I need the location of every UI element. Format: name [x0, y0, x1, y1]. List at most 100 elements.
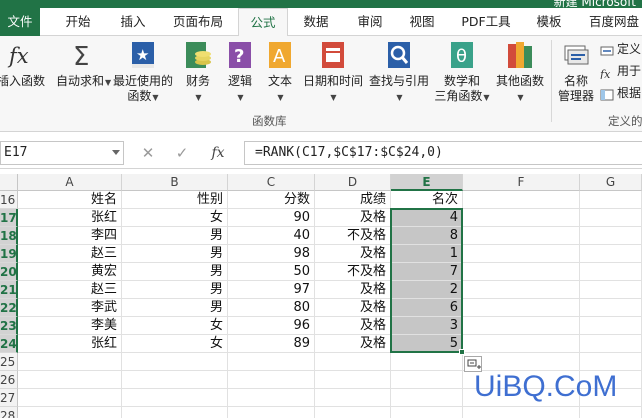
name-manager-button[interactable]: 名称 管理器 — [554, 40, 598, 104]
cell-g23[interactable] — [580, 317, 642, 335]
cell-a23[interactable]: 李美 — [18, 317, 122, 335]
tab-templates[interactable]: 模板 — [528, 8, 570, 36]
cell-d17[interactable]: 及格 — [315, 209, 391, 227]
cell-f19[interactable] — [463, 245, 580, 263]
tab-pdf-tools[interactable]: PDF工具 — [456, 8, 516, 36]
cell-c21[interactable]: 97 — [228, 281, 315, 299]
cell-d24[interactable]: 及格 — [315, 335, 391, 353]
cell-a20[interactable]: 黄宏 — [18, 263, 122, 281]
cell-e18[interactable]: 8 — [391, 227, 463, 245]
cell-a22[interactable]: 李武 — [18, 299, 122, 317]
define-name-button[interactable]: 定义 — [600, 40, 641, 58]
row-header[interactable]: 19 — [0, 245, 18, 263]
fill-handle[interactable] — [459, 349, 465, 355]
tab-home[interactable]: 开始 — [55, 8, 101, 36]
cell-d16[interactable]: 成绩 — [315, 191, 391, 209]
text-button[interactable]: A 文本 ▼ — [262, 40, 298, 105]
cell-a19[interactable]: 赵三 — [18, 245, 122, 263]
cell-e21[interactable]: 2 — [391, 281, 463, 299]
cell-c25[interactable] — [228, 353, 315, 371]
cell-e22[interactable]: 6 — [391, 299, 463, 317]
cell-c26[interactable] — [228, 371, 315, 389]
cell-c16[interactable]: 分数 — [228, 191, 315, 209]
cell-d22[interactable]: 及格 — [315, 299, 391, 317]
column-header-c[interactable]: C — [228, 174, 315, 191]
cell-b27[interactable] — [122, 389, 228, 407]
cell-f22[interactable] — [463, 299, 580, 317]
insert-function-button[interactable]: fx 插入函数 — [0, 40, 48, 89]
use-in-formula-button[interactable]: fx 用于 — [599, 62, 641, 81]
cell-f28[interactable] — [463, 407, 580, 418]
cell-a27[interactable] — [18, 389, 122, 407]
row-header[interactable]: 24 — [0, 335, 18, 353]
cell-b25[interactable] — [122, 353, 228, 371]
autosum-button[interactable]: Σ 自动求和▼ — [56, 40, 111, 90]
cell-f17[interactable] — [463, 209, 580, 227]
cell-c23[interactable]: 96 — [228, 317, 315, 335]
cell-d26[interactable] — [315, 371, 391, 389]
recently-used-button[interactable]: ★ 最近使用的 函数▼ — [110, 40, 176, 105]
cell-e17[interactable]: 4 — [391, 209, 463, 227]
cell-c19[interactable]: 98 — [228, 245, 315, 263]
tab-file[interactable]: 文件 — [0, 8, 40, 36]
cell-e23[interactable]: 3 — [391, 317, 463, 335]
create-from-selection-button[interactable]: 根据 — [600, 84, 641, 102]
row-header[interactable]: 18 — [0, 227, 18, 245]
cell-d27[interactable] — [315, 389, 391, 407]
column-header-b[interactable]: B — [122, 174, 228, 191]
cell-b16[interactable]: 性别 — [122, 191, 228, 209]
cell-b19[interactable]: 男 — [122, 245, 228, 263]
cell-g21[interactable] — [580, 281, 642, 299]
cell-d28[interactable] — [315, 407, 391, 418]
cell-g18[interactable] — [580, 227, 642, 245]
tab-baidu-netdisk[interactable]: 百度网盘 — [582, 8, 642, 36]
cell-f18[interactable] — [463, 227, 580, 245]
row-header[interactable]: 25 — [0, 353, 18, 371]
cancel-icon[interactable]: ✕ — [136, 141, 160, 165]
cell-e20[interactable]: 7 — [391, 263, 463, 281]
date-time-button[interactable]: 日期和时间 ▼ — [300, 40, 366, 105]
cell-e24[interactable]: 5 — [391, 335, 463, 353]
cell-d18[interactable]: 不及格 — [315, 227, 391, 245]
cell-c27[interactable] — [228, 389, 315, 407]
tab-insert[interactable]: 插入 — [110, 8, 156, 36]
cell-a21[interactable]: 赵三 — [18, 281, 122, 299]
tab-formulas[interactable]: 公式 — [238, 8, 288, 37]
name-box-dropdown-icon[interactable] — [112, 150, 120, 155]
row-header[interactable]: 26 — [0, 371, 18, 389]
cell-e16[interactable]: 名次 — [391, 191, 463, 209]
cell-b28[interactable] — [122, 407, 228, 418]
enter-check-icon[interactable]: ✓ — [170, 141, 194, 165]
name-box[interactable]: E17 — [0, 141, 124, 165]
cell-g25[interactable] — [580, 353, 642, 371]
column-header-g[interactable]: G — [580, 174, 642, 191]
row-header[interactable]: 17 — [0, 209, 18, 227]
cell-a25[interactable] — [18, 353, 122, 371]
cell-c20[interactable]: 50 — [228, 263, 315, 281]
cell-c24[interactable]: 89 — [228, 335, 315, 353]
cell-g19[interactable] — [580, 245, 642, 263]
cell-e26[interactable] — [391, 371, 463, 389]
column-header-f[interactable]: F — [463, 174, 580, 191]
row-header[interactable]: 23 — [0, 317, 18, 335]
cell-c17[interactable]: 90 — [228, 209, 315, 227]
cell-g22[interactable] — [580, 299, 642, 317]
cell-a24[interactable]: 张红 — [18, 335, 122, 353]
tab-review[interactable]: 审阅 — [350, 8, 390, 36]
math-trig-button[interactable]: θ 数学和 三角函数▼ — [434, 40, 490, 105]
cell-d19[interactable]: 及格 — [315, 245, 391, 263]
cell-c18[interactable]: 40 — [228, 227, 315, 245]
column-header-e[interactable]: E — [391, 174, 463, 191]
formula-input[interactable]: =RANK(C17,$C$17:$C$24,0) — [244, 141, 642, 165]
cell-f20[interactable] — [463, 263, 580, 281]
cell-d20[interactable]: 不及格 — [315, 263, 391, 281]
cell-g20[interactable] — [580, 263, 642, 281]
cell-e28[interactable] — [391, 407, 463, 418]
cell-a17[interactable]: 张红 — [18, 209, 122, 227]
row-header[interactable]: 28 — [0, 407, 18, 418]
cell-a18[interactable]: 李四 — [18, 227, 122, 245]
cell-a26[interactable] — [18, 371, 122, 389]
row-header[interactable]: 22 — [0, 299, 18, 317]
lookup-reference-button[interactable]: 查找与引用 ▼ — [366, 40, 432, 105]
insert-function-icon[interactable]: fx — [206, 141, 230, 165]
